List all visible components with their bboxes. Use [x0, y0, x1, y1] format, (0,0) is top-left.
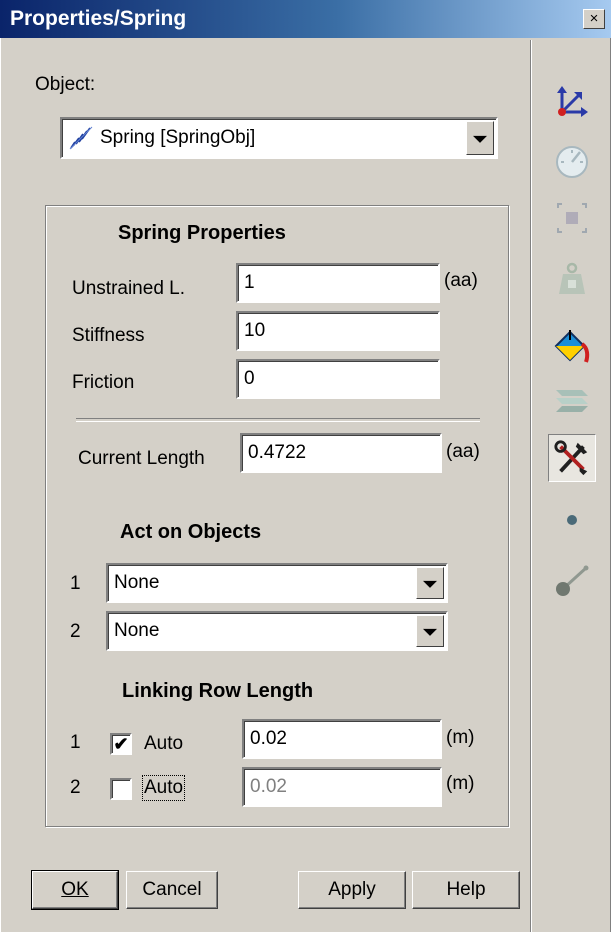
bounding-box-icon[interactable] — [548, 194, 596, 242]
layers-icon[interactable] — [548, 374, 596, 422]
link-row-2-auto-checkbox[interactable] — [110, 778, 132, 800]
current-length-label: Current Length — [78, 448, 205, 469]
act-object-2-combo[interactable]: None — [106, 611, 448, 651]
current-length-unit: (aa) — [446, 441, 480, 462]
act-object-1-index: 1 — [70, 573, 81, 594]
close-button[interactable]: × — [583, 9, 605, 29]
stiffness-field[interactable]: 10 — [236, 311, 440, 351]
object-combo[interactable]: Spring [SpringObj] — [60, 117, 498, 159]
mass-weight-icon[interactable] — [548, 254, 596, 302]
friction-field[interactable]: 0 — [236, 359, 440, 399]
object-combo-value: Spring [SpringObj] — [100, 127, 256, 148]
link-row-1-value: 0.02 — [250, 728, 287, 749]
cancel-button[interactable]: Cancel — [126, 871, 218, 909]
current-length-value: 0.4722 — [248, 442, 307, 463]
stiffness-label: Stiffness — [72, 325, 145, 346]
apply-button[interactable]: Apply — [298, 871, 406, 909]
link-row-1-field[interactable]: 0.02 — [242, 719, 442, 759]
link-row-2-value: 0.02 — [250, 776, 287, 797]
properties-separator — [76, 418, 480, 422]
act-object-2-value: None — [114, 620, 160, 641]
link-row-2-field[interactable]: 0.02 — [242, 767, 442, 807]
window-title: Properties/Spring — [10, 7, 187, 30]
ok-button[interactable]: OK — [31, 870, 119, 910]
act-object-2-index: 2 — [70, 621, 81, 642]
spring-icon — [68, 125, 94, 157]
link-row-1-auto-label[interactable]: Auto — [144, 733, 183, 755]
unstrained-length-value: 1 — [244, 272, 255, 293]
act-object-1-value: None — [114, 572, 160, 593]
friction-value: 0 — [244, 368, 255, 389]
object-combo-arrow[interactable] — [466, 121, 494, 155]
stiffness-value: 10 — [244, 320, 266, 341]
help-button[interactable]: Help — [412, 871, 520, 909]
gauge-icon[interactable] — [548, 136, 596, 184]
link-row-1-auto-checkbox[interactable]: ✔ — [110, 733, 132, 755]
paint-bucket-icon[interactable] — [548, 322, 596, 370]
coordinate-axes-icon[interactable] — [548, 76, 596, 124]
link-rod-icon[interactable] — [548, 556, 596, 604]
current-length-field[interactable]: 0.4722 — [240, 433, 442, 473]
unstrained-length-field[interactable]: 1 — [236, 263, 440, 303]
link-row-2-unit: (m) — [446, 773, 475, 794]
spring-properties-heading: Spring Properties — [118, 222, 286, 244]
ok-button-label: OK — [61, 879, 89, 900]
tools-wrench-icon[interactable] — [548, 434, 596, 482]
link-row-1-unit: (m) — [446, 727, 475, 748]
friction-label: Friction — [72, 372, 135, 393]
act-object-1-combo[interactable]: None — [106, 563, 448, 603]
unstrained-length-unit: (aa) — [444, 270, 478, 291]
linking-row-length-heading: Linking Row Length — [122, 680, 314, 702]
link-row-2-auto-label[interactable]: Auto — [141, 775, 186, 801]
toolbar-separator — [530, 40, 532, 932]
act-on-objects-heading: Act on Objects — [120, 521, 262, 543]
link-row-1-index: 1 — [70, 732, 81, 753]
link-row-2-index: 2 — [70, 777, 81, 798]
act-object-1-arrow[interactable] — [416, 567, 444, 599]
act-object-2-arrow[interactable] — [416, 615, 444, 647]
title-bar: Properties/Spring × — [0, 0, 611, 38]
object-label: Object: — [35, 74, 96, 95]
point-icon[interactable] — [548, 496, 596, 544]
unstrained-length-label: Unstrained L. — [72, 278, 186, 299]
